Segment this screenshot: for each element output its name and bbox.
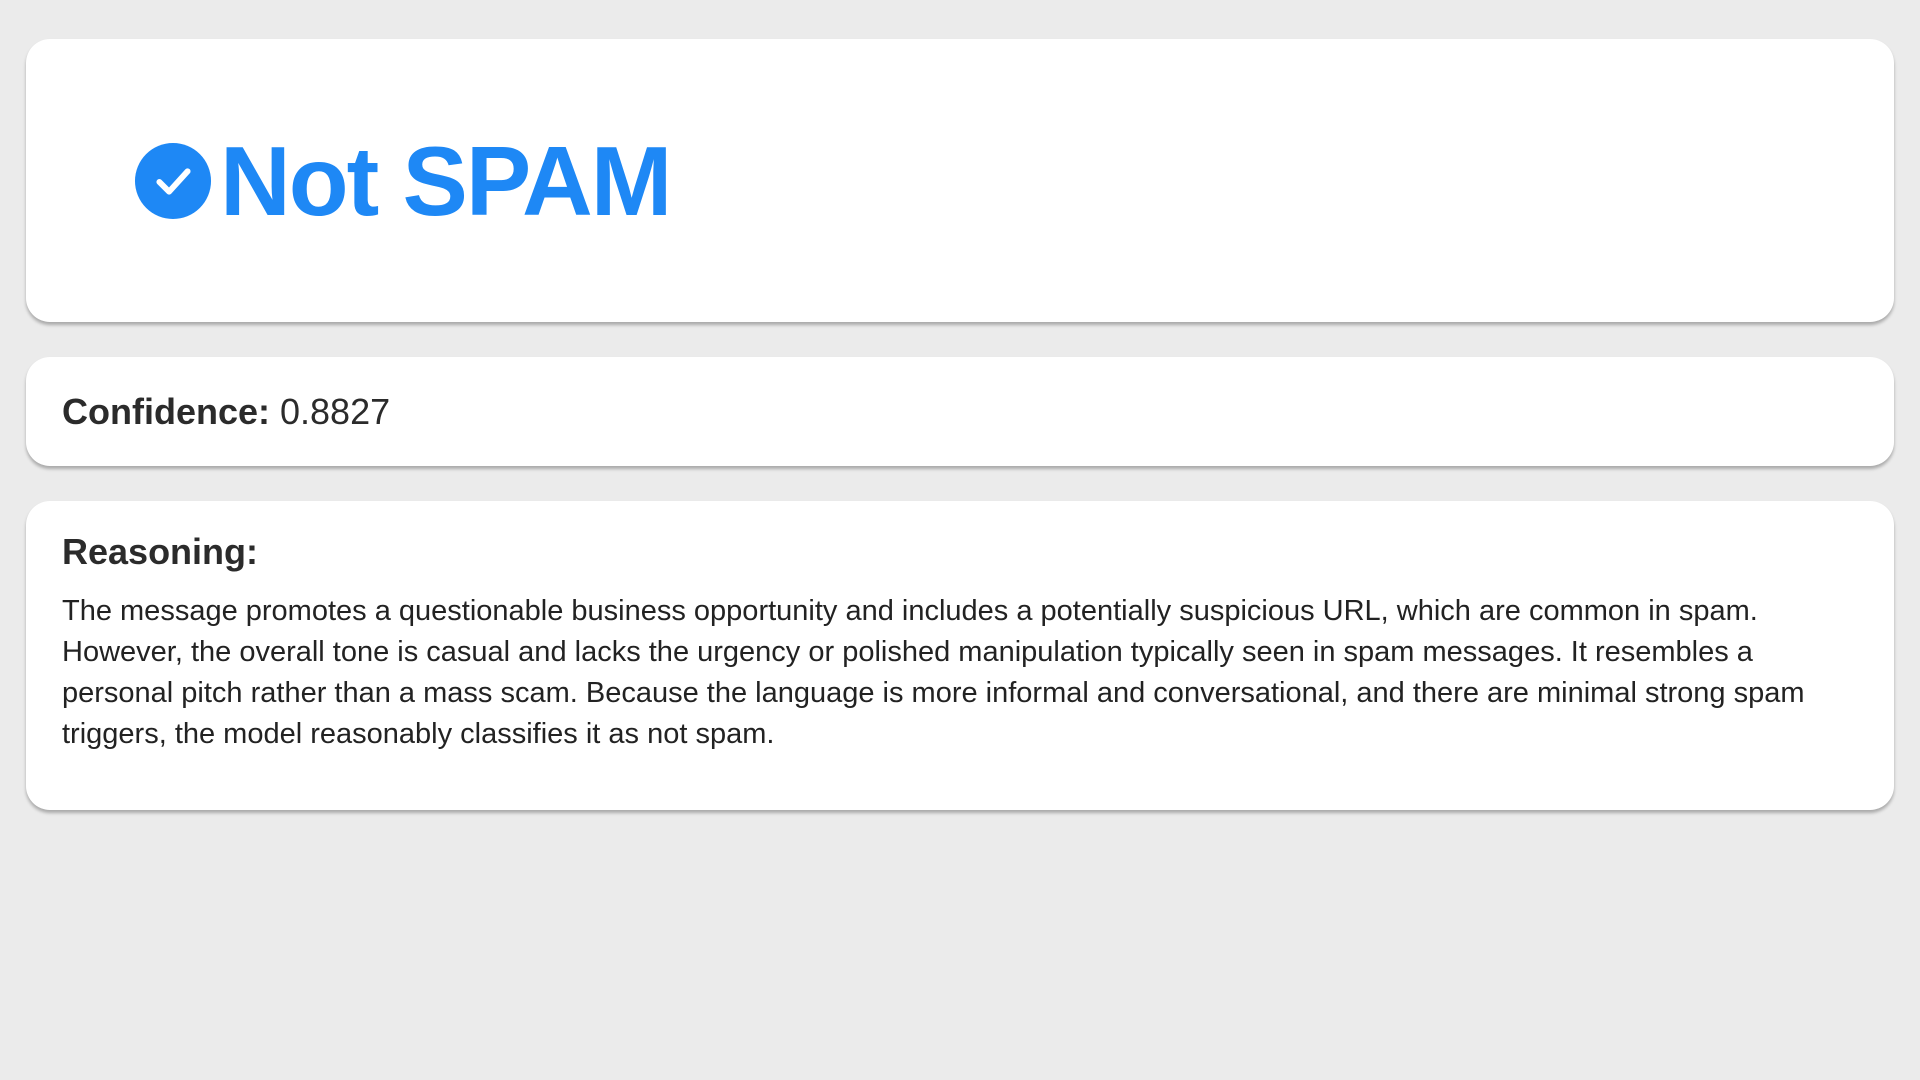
reasoning-label: Reasoning: bbox=[62, 531, 259, 572]
confidence-value: 0.8827 bbox=[280, 390, 391, 432]
reasoning-card: Reasoning: The message promotes a questi… bbox=[26, 501, 1894, 810]
confidence-card: Confidence: 0.8827 bbox=[26, 357, 1894, 466]
verdict-card: Not SPAM bbox=[26, 39, 1894, 322]
verdict: Not SPAM bbox=[134, 39, 672, 322]
verdict-label: Not SPAM bbox=[220, 125, 672, 236]
reasoning-text: The message promotes a questionable busi… bbox=[62, 595, 1805, 750]
confidence-label: Confidence: bbox=[62, 390, 271, 432]
check-circle-icon bbox=[134, 142, 212, 219]
